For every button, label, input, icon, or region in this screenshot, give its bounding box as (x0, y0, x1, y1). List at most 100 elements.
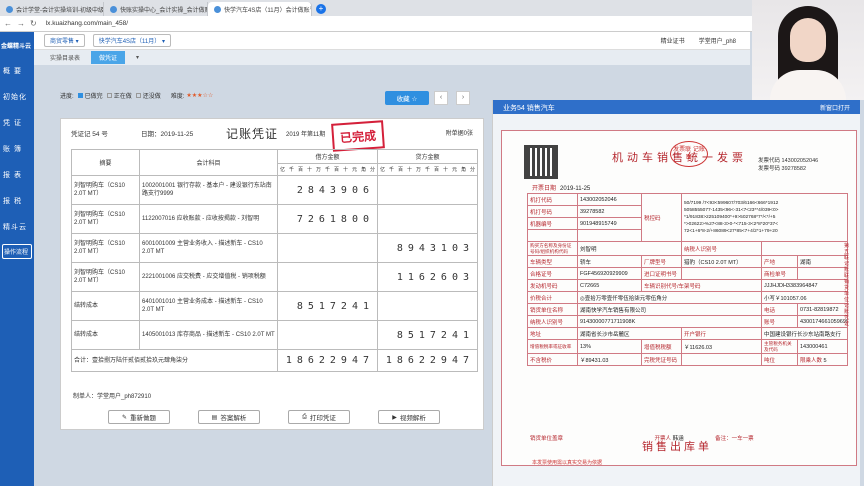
progress-label: 进度: (60, 94, 74, 100)
machine-number: 39278582 (577, 205, 642, 218)
tab-label: 快账实操中心_会计实操_会计做账 (120, 7, 208, 14)
entry-credit: 1162603 (377, 262, 478, 292)
chevron-down-icon[interactable]: ▾ (128, 52, 147, 63)
tab-favicon-icon (110, 5, 117, 13)
origin: 湖南 (796, 255, 849, 268)
url-input[interactable]: lx.kuaizhang.com/main_458/ (46, 20, 128, 27)
webcam-presenter-image (752, 0, 864, 100)
entry-summary: 刘智明购车（CS10 2.0T MT） (71, 262, 140, 292)
header-summary: 摘要 (71, 149, 140, 176)
entry-account: 1405001013 库存商品 - 描述新车 - CS10 2.0T MT (139, 320, 278, 350)
entry-credit: 8517241 (377, 320, 478, 350)
process-button[interactable]: 操作流程 (2, 244, 32, 259)
entry-credit (377, 291, 478, 321)
tab-make-voucher[interactable]: 做凭证 (91, 51, 126, 64)
redo-button[interactable]: ✎ 重新做题 (108, 410, 170, 424)
sidebar-item-cloud[interactable]: 精斗云 (0, 214, 34, 240)
sidebar-item-voucher[interactable]: 凭 证 (0, 110, 34, 136)
vat-rate: 13% (577, 339, 642, 354)
sidebar-item-reports[interactable]: 报 表 (0, 162, 34, 188)
seller-bank: 中国建设银行长沙东站南路支行 (760, 327, 849, 340)
mode-dropdown[interactable]: 商贸零售 ▾ (44, 34, 85, 47)
label: 纳税人识别号 (681, 241, 762, 256)
label: 购买方名称及身份证号码/组织机构代码 (527, 241, 578, 256)
close-icon[interactable]: × (310, 6, 311, 12)
business-title: 业务54 销售汽车 (503, 105, 555, 112)
voucher-entry-row: 结转成本 1405001013 库存商品 - 描述新车 - CS10 2.0T M… (71, 320, 478, 350)
label: 机打号码 (527, 205, 578, 218)
back-icon[interactable]: ← (4, 19, 12, 28)
entry-account: 1122007016 应收账款 - 应收按揭款 - 刘智明 (139, 204, 278, 234)
voucher-attachments: 附单据0张 (445, 131, 473, 137)
digit-label: 十 (442, 167, 448, 173)
sidebar-item-tax[interactable]: 报 税 (0, 188, 34, 214)
voucher-entry-row: 刘智明购车（CS10 2.0T MT） 6001001009 主营业务收入 - 描… (71, 233, 478, 263)
new-tab-button[interactable]: + (316, 4, 326, 14)
label: 主管税务机关及代码 (761, 339, 798, 354)
entry-account: 6001001009 主营业务收入 - 描述新车 - CS10 2.0T MT (139, 233, 278, 263)
label: 进口证明书号 (641, 267, 682, 280)
sidebar-item-overview[interactable]: 概 要 (0, 58, 34, 84)
digit-label: 分 (369, 167, 375, 173)
digit-label: 百 (297, 167, 303, 173)
answer-analysis-button[interactable]: ▤ 答案解析 (198, 410, 260, 424)
digit-label: 千 (424, 167, 430, 173)
buyer-name: 刘智明 (577, 241, 682, 256)
digit-label: 千 (388, 167, 394, 173)
browser-tab[interactable]: 快账实操中心_会计实操_会计做账× (104, 2, 208, 16)
label: 电话 (761, 303, 798, 316)
done-label: 已做完 (84, 94, 103, 100)
tax-code-line: 5058555077-1435<96<-31<7<23**4/039<0> (684, 208, 779, 213)
browser-tab[interactable]: 会计学堂-会计实操培训-初级中级× (0, 2, 104, 16)
entry-debit (277, 320, 378, 350)
total-debit: 18622947 (277, 349, 378, 372)
seller-account: 43001746610596999999 (796, 315, 849, 328)
digit-label: 分 (469, 167, 475, 173)
voucher-number: 凭证记 54 号 (71, 131, 108, 138)
difficulty-label: 难度: (170, 94, 185, 100)
sidebar-item-ledger[interactable]: 账 簿 (0, 136, 34, 162)
presenter-face (790, 18, 826, 62)
digit-label: 百 (397, 167, 403, 173)
digit-label: 亿 (279, 167, 285, 173)
digit-label: 十 (306, 167, 312, 173)
tax-code-line: 50/7199 /7<93<599607/703/6166<666*1912 (684, 201, 779, 206)
seller-tax-id: 91430000771711908K (577, 315, 762, 328)
video-analysis-button[interactable]: ▶ 视频解析 (378, 410, 440, 424)
label: 开户银行 (681, 327, 762, 340)
user-name[interactable]: 学堂用户_ph8 (699, 36, 736, 45)
certificate-link[interactable]: 精业证书 (661, 36, 685, 45)
voucher-date: 日期：2019-11-25 (141, 131, 194, 138)
entry-summary: 结转成本 (71, 320, 140, 350)
browser-tab-active[interactable]: 快学汽车4S店（11月）会计做账× (208, 2, 312, 16)
entry-account: 6401001010 主营业务成本 - 描述新车 - CS10 2.0T MT (139, 291, 278, 321)
label: 机器编号 (527, 217, 578, 230)
company-dropdown[interactable]: 快学汽车4S店（11月） ▾ (92, 34, 171, 47)
invoice-code: 发票代码 143002052046 (758, 158, 819, 164)
engine-number: C72665 (577, 279, 642, 292)
in-progress-swatch-icon (106, 93, 112, 98)
next-page-button[interactable]: › (456, 91, 470, 105)
print-voucher-button[interactable]: ⎙ 打印凭证 (288, 410, 350, 424)
redo-label: 重新做题 (130, 415, 157, 422)
tax-code-line: *>02622>%27<88-3>0-*<715-3<2*8*20*37< (684, 222, 779, 227)
header-credit: 贷方金额 (377, 149, 478, 164)
collect-button[interactable]: 收藏 ☆ (385, 91, 429, 105)
digit-label: 万 (315, 167, 321, 173)
print-label: 打印凭证 (309, 415, 336, 422)
vin: JJJHJDH3383964847 (760, 279, 849, 292)
digit-label: 百 (433, 167, 439, 173)
prev-page-button[interactable]: ‹ (434, 91, 448, 105)
seller-address: 湖南省长沙市岳麓区 (577, 327, 682, 340)
open-new-window-link[interactable]: 新窗口打开 (820, 103, 850, 112)
tab-catalog[interactable]: 实操目录表 (42, 51, 88, 64)
invoice-footer-note: 本发票使用需以真实交易为依据 (532, 460, 603, 466)
reload-icon[interactable]: ↻ (30, 19, 37, 28)
forward-icon[interactable]: → (17, 19, 25, 28)
label: 厂牌型号 (641, 255, 682, 268)
sidebar-item-init[interactable]: 初始化 (0, 84, 34, 110)
difficulty-stars-icon: ★★★☆☆ (186, 93, 214, 99)
voucher-card: 凭证记 54 号 日期：2019-11-25 记账凭证 2019 年第11期 已… (60, 118, 484, 430)
label: 纳税人识别号 (527, 315, 578, 328)
tax-code-line: *1/91838>225109400*+9>502768*7*/<*/+5 (684, 215, 776, 220)
